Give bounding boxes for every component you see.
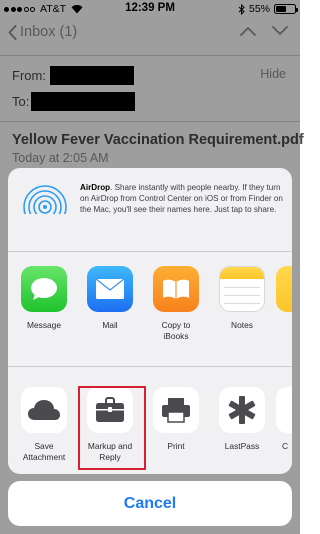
action-partial[interactable]: C (276, 387, 292, 452)
cancel-button[interactable]: Cancel (8, 481, 292, 526)
message-icon (21, 266, 67, 312)
airdrop-description: AirDrop. Share instantly with people nea… (80, 182, 284, 215)
share-app-mail[interactable]: Mail (78, 266, 142, 331)
share-app-notes[interactable]: Notes (210, 266, 274, 331)
action-label: LastPass (224, 441, 260, 451)
action-save-attachment[interactable]: Save Attachment (12, 387, 76, 462)
share-app-label: Mail (102, 320, 118, 330)
airdrop-body: . Share instantly with people nearby. If… (80, 183, 283, 214)
action-label: Print (167, 441, 185, 451)
share-app-label: Message (27, 320, 61, 330)
mail-icon (87, 266, 133, 312)
partial-icon (276, 387, 292, 433)
action-lastpass[interactable]: LastPass (210, 387, 274, 452)
action-label: C (282, 441, 289, 451)
airdrop-icon (22, 185, 68, 230)
share-app-ibooks[interactable]: Copy to iBooks (144, 266, 208, 341)
share-app-label: Notes (231, 320, 253, 330)
share-app-label: Copy to iBooks (161, 320, 191, 341)
share-actions-row: Save Attachment Markup and Reply Print L… (8, 367, 292, 474)
share-sheet: AirDrop. Share instantly with people nea… (8, 168, 292, 474)
airdrop-title: AirDrop (80, 183, 111, 192)
markup-highlight-box (78, 386, 146, 470)
airdrop-section: AirDrop. Share instantly with people nea… (8, 168, 292, 252)
share-app-message[interactable]: Message (12, 266, 76, 331)
ibooks-icon (153, 266, 199, 312)
partial-app-icon (276, 266, 292, 312)
share-app-partial[interactable] (276, 266, 292, 312)
printer-icon (153, 387, 199, 433)
cloud-icon (21, 387, 67, 433)
share-apps-row: Message Mail Copy to iBooks Notes (8, 252, 292, 367)
lastpass-icon (219, 387, 265, 433)
action-print[interactable]: Print (144, 387, 208, 452)
notes-icon (219, 266, 265, 312)
action-label: Save Attachment (22, 441, 66, 462)
